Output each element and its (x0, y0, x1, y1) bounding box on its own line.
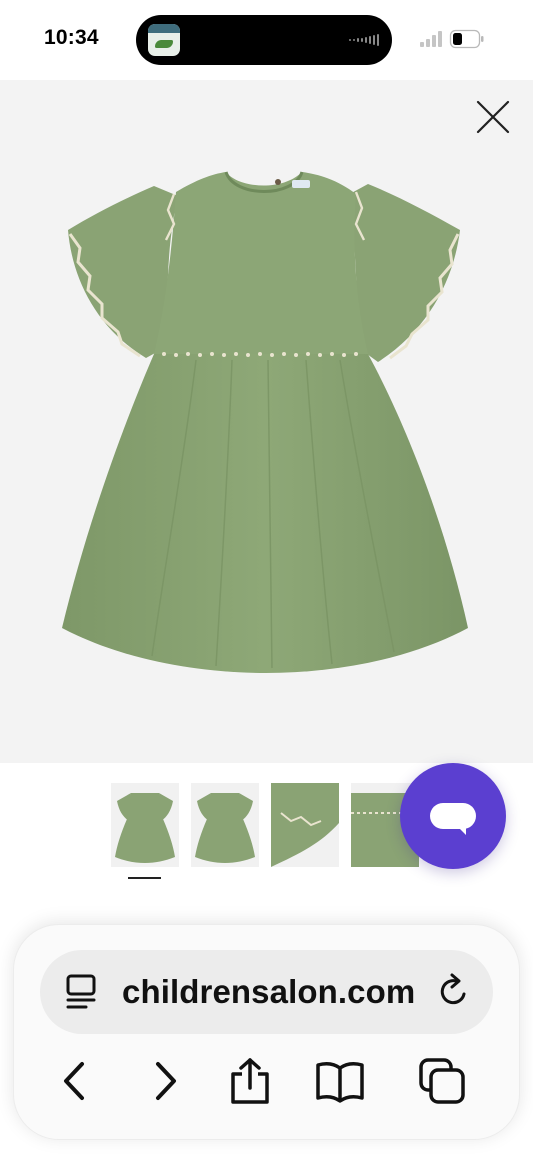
cellular-signal-icon (420, 31, 442, 47)
close-icon[interactable] (476, 100, 510, 134)
status-time: 10:34 (44, 26, 99, 49)
status-bar: 10:34 (0, 0, 533, 80)
chat-button[interactable] (400, 763, 506, 869)
bookmarks-icon[interactable] (315, 1056, 365, 1106)
reload-icon[interactable] (436, 972, 472, 1010)
screen: 10:34 childrensalon.com (0, 0, 533, 1154)
dynamic-island[interactable] (136, 15, 392, 65)
thumbnail-back[interactable] (191, 783, 259, 867)
thumbnail-sleeve-detail[interactable] (271, 783, 339, 867)
forward-icon[interactable] (140, 1056, 190, 1106)
battery-icon (449, 29, 484, 49)
url-text[interactable]: childrensalon.com (122, 973, 415, 1011)
page-menu-icon[interactable] (64, 973, 100, 1011)
back-icon[interactable] (50, 1056, 100, 1106)
tabs-icon[interactable] (417, 1056, 467, 1106)
chat-bubble-icon (430, 803, 476, 835)
now-playing-thumbnail (148, 24, 180, 56)
selected-thumbnail-indicator (128, 877, 161, 879)
product-image (62, 171, 468, 673)
share-icon[interactable] (225, 1056, 275, 1106)
audio-wave-icon (349, 34, 379, 46)
thumbnail-front[interactable] (111, 783, 179, 867)
